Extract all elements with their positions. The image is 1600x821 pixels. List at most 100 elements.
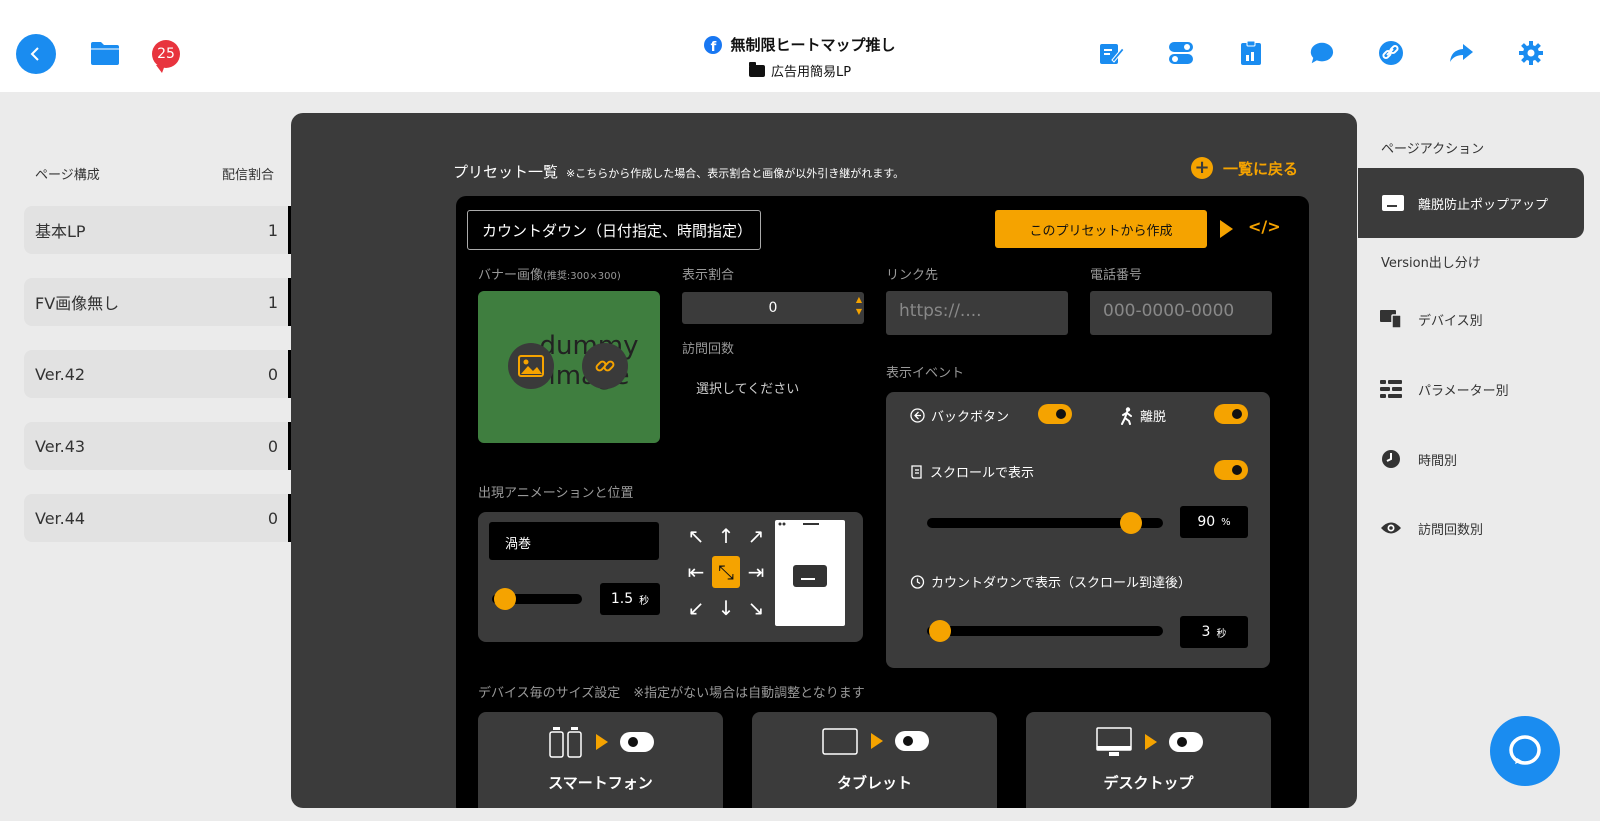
image-icon — [518, 355, 544, 377]
animation-box: 渦巻 1.5 秒 ↖ ↑ ↗ ⇤ ⤡ ⇥ ↙ ↓ ↘ — [478, 512, 863, 642]
edit-button[interactable] — [1098, 40, 1124, 66]
smartphone-toggle[interactable] — [619, 732, 654, 752]
version-by-time[interactable]: 時間別 — [1380, 448, 1457, 470]
arrow-down-left-icon[interactable]: ↙ — [682, 590, 710, 626]
parameter-icon — [1380, 378, 1402, 400]
chat-support-button[interactable] — [1490, 716, 1560, 786]
version-by-parameter[interactable]: パラメーター別 — [1380, 378, 1509, 400]
col-header-ratio: 配信割合 — [222, 168, 275, 183]
folder-button[interactable] — [90, 40, 120, 66]
tablet-icon — [821, 728, 858, 755]
exit-popup-item[interactable]: 離脱防止ポップアップ — [1358, 168, 1584, 238]
exit-toggle[interactable] — [1214, 404, 1248, 424]
link-button[interactable] — [1378, 40, 1404, 66]
device-name: デスクトップ — [1103, 774, 1194, 792]
banner-image: dummy image — [478, 291, 660, 443]
version-section: Version出し分け — [1381, 256, 1481, 271]
code-icon[interactable]: </> — [1248, 217, 1281, 236]
desktop-icon — [1095, 727, 1132, 756]
report-icon — [1241, 40, 1261, 65]
preset-select[interactable]: カウントダウン（日付指定、時間指定） — [467, 210, 761, 250]
arrow-center-icon[interactable]: ⤡ — [712, 556, 740, 588]
animation-select[interactable]: 渦巻 — [489, 522, 659, 560]
notification-count: 25 — [157, 46, 175, 62]
countdown-slider[interactable] — [927, 626, 1163, 636]
toggle-settings-button[interactable] — [1168, 40, 1194, 66]
countdown-event-label: カウントダウンで表示（スクロール到達後） — [931, 576, 1192, 591]
scroll-slider-handle[interactable] — [1119, 512, 1142, 534]
create-from-preset-button[interactable]: このプリセットから作成 — [995, 210, 1207, 248]
arrow-up-icon[interactable]: ↑ — [712, 518, 740, 554]
share-button[interactable] — [1448, 40, 1474, 66]
countdown-slider-handle[interactable] — [929, 620, 951, 642]
device-card-desktop[interactable]: デスクトップ — [1026, 712, 1271, 808]
back-arrow-icon — [910, 408, 925, 423]
link-icon — [1379, 41, 1403, 65]
position-preview — [775, 520, 845, 626]
plus-icon: + — [1191, 157, 1213, 179]
phone-preview-icon — [778, 522, 827, 587]
arrow-right-icon[interactable]: ⇥ — [742, 554, 770, 590]
link-input[interactable]: https://.... — [886, 291, 1068, 335]
page-ratio: 0 — [267, 508, 278, 528]
chat-bubble-icon — [1310, 42, 1334, 64]
arrow-up-left-icon[interactable]: ↖ — [682, 518, 710, 554]
page-ratio: 1 — [267, 220, 278, 240]
device-card-smartphone[interactable]: スマートフォン — [478, 712, 723, 808]
arrow-up-right-icon[interactable]: ↗ — [742, 518, 770, 554]
device-card-tablet[interactable]: タブレット — [752, 712, 997, 808]
visit-count-select[interactable]: 選択してください — [696, 378, 799, 397]
animation-duration-input[interactable]: 1.5 秒 — [600, 583, 660, 615]
display-ratio-input[interactable]: 0 ▲ ▼ — [682, 292, 864, 324]
play-icon — [870, 733, 883, 749]
settings-button[interactable] — [1518, 40, 1544, 66]
report-button[interactable] — [1238, 40, 1264, 66]
arrow-down-icon[interactable]: ↓ — [712, 590, 740, 626]
countdown-unit: 秒 — [1216, 628, 1227, 640]
scroll-value: 90 — [1197, 514, 1216, 530]
back-to-list-button[interactable]: + 一覧に戻る — [1191, 157, 1298, 179]
banner-label: バナー画像(推奨:300×300) — [478, 268, 621, 283]
folder-icon — [748, 61, 765, 77]
device-name: スマートフォン — [548, 774, 653, 792]
play-icon — [595, 734, 608, 750]
phone-input[interactable]: 000-0000-0000 — [1090, 291, 1272, 335]
share-icon — [1450, 44, 1473, 62]
animation-label: 出現アニメーションと位置 — [478, 486, 634, 501]
version-item-label: デバイス別 — [1418, 313, 1483, 329]
chat-button[interactable] — [1308, 40, 1334, 66]
facebook-icon: f — [704, 35, 723, 54]
version-by-visits[interactable]: 訪問回数別 — [1380, 517, 1483, 539]
arrow-left-icon[interactable]: ⇤ — [682, 554, 710, 590]
banner-link-button[interactable] — [582, 343, 628, 389]
version-item-label: パラメーター別 — [1418, 383, 1509, 399]
scroll-toggle[interactable] — [1214, 460, 1248, 480]
scroll-percent-input[interactable]: 90% — [1180, 506, 1248, 538]
upload-image-button[interactable] — [508, 343, 554, 389]
page-name: 基本LP — [35, 222, 86, 241]
play-icon[interactable] — [1220, 220, 1233, 238]
animation-speed-handle[interactable] — [494, 588, 516, 610]
link-icon — [595, 360, 615, 372]
back-button-toggle[interactable] — [1038, 404, 1072, 424]
project-name: 広告用簡易LP — [770, 65, 852, 80]
display-ratio-label: 表示割合 — [682, 268, 735, 283]
popup-icon — [1382, 195, 1404, 211]
notification-badge[interactable]: 25 — [152, 40, 180, 73]
arrow-down-right-icon[interactable]: ↘ — [742, 590, 770, 626]
countdown-input[interactable]: 3秒 — [1180, 616, 1248, 648]
display-event-box: バックボタン 離脱 スクロールで表示 90% カウントダウンで表示（スクロール到… — [886, 392, 1270, 668]
smartphone-icon — [548, 727, 582, 758]
version-by-device[interactable]: デバイス別 — [1380, 308, 1483, 330]
preset-list-title: プリセット一覧 — [453, 163, 559, 181]
scroll-unit: % — [1221, 516, 1231, 528]
tablet-toggle[interactable] — [894, 731, 929, 751]
back-button[interactable] — [16, 34, 56, 74]
banner-hint: (推奨:300×300) — [543, 271, 621, 282]
page-name: Ver.43 — [35, 436, 86, 456]
chevron-left-icon — [30, 47, 39, 61]
stepper-icon[interactable]: ▲ ▼ — [856, 294, 862, 318]
page-name: Ver.44 — [35, 508, 86, 528]
timer-icon — [910, 575, 925, 589]
desktop-toggle[interactable] — [1168, 732, 1203, 752]
